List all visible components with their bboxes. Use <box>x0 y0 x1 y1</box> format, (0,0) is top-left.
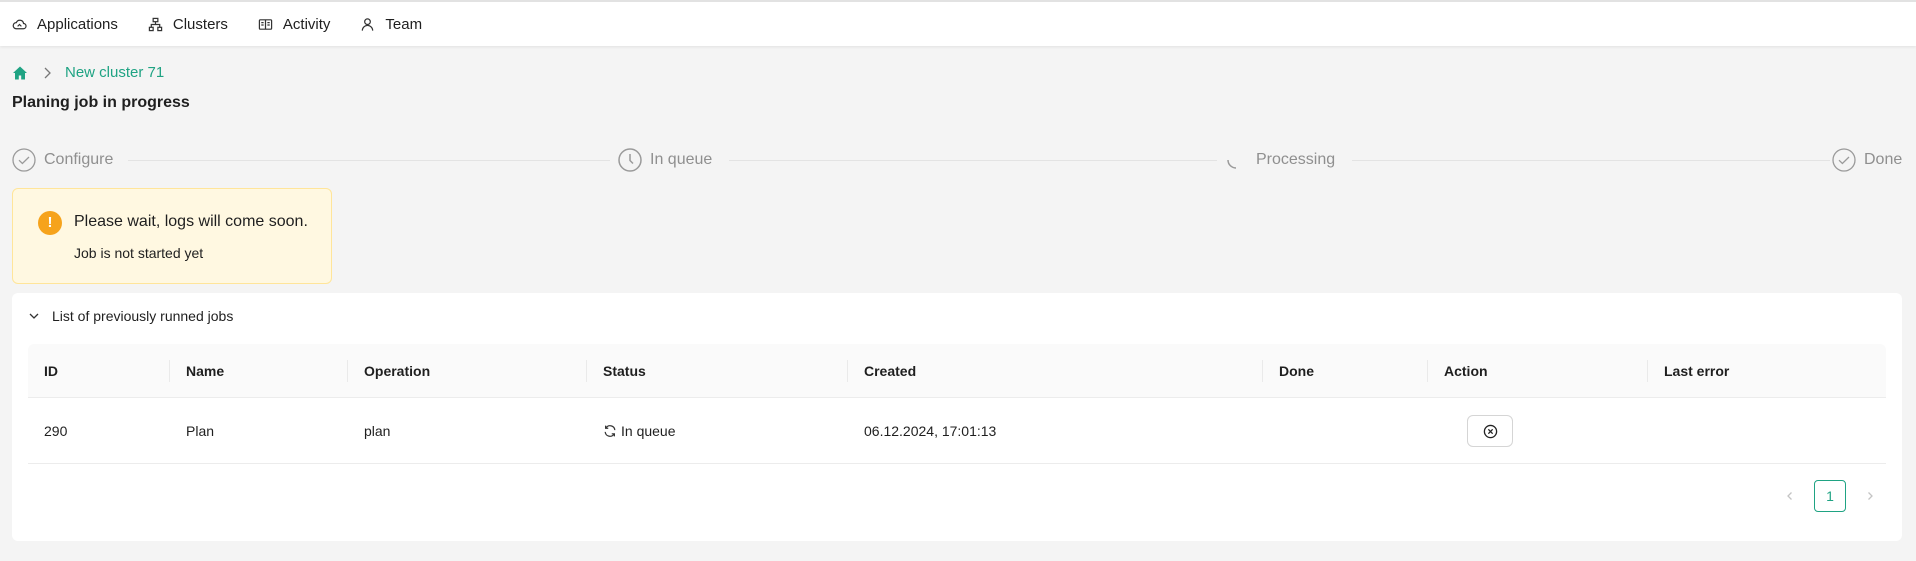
table-row: 290 Plan plan In queue 06.12.2024, 17:01… <box>28 398 1886 464</box>
next-page-button[interactable] <box>1854 480 1886 512</box>
column-header-id: ID <box>44 363 58 379</box>
step-connector <box>128 160 610 161</box>
top-navigation: Applications Clusters Activity Team <box>0 0 1916 46</box>
check-circle-icon <box>1832 148 1856 172</box>
cell-name: Plan <box>186 423 215 439</box>
step-done-label: Done <box>1864 151 1903 168</box>
column-header-operation: Operation <box>364 363 431 379</box>
chevron-left-icon <box>1787 492 1792 500</box>
nav-applications[interactable]: Applications <box>10 2 132 46</box>
exclamation-icon: ! <box>38 211 62 235</box>
cell-status: In queue <box>587 398 676 464</box>
nav-activity-label: Activity <box>282 15 331 33</box>
warning-alert: ! Please wait, logs will come soon. Job … <box>12 188 332 284</box>
cloud-icon <box>12 19 27 29</box>
user-icon <box>362 17 374 31</box>
breadcrumb: New cluster 71 <box>12 64 164 81</box>
prev-page-button[interactable] <box>1774 480 1806 512</box>
close-circle-icon <box>1483 424 1497 438</box>
column-header-status: Status <box>603 363 646 379</box>
home-icon[interactable] <box>12 65 28 81</box>
book-icon <box>258 18 273 30</box>
column-header-created: Created <box>864 363 917 379</box>
clock-icon <box>618 148 642 172</box>
nav-applications-label: Applications <box>37 15 118 33</box>
status-label: In queue <box>621 423 676 439</box>
step-done: Done <box>1832 148 1902 172</box>
nav-activity[interactable]: Activity <box>256 2 345 46</box>
cell-done <box>1263 398 1279 464</box>
jobs-panel: List of previously runned jobs ID Name O… <box>12 293 1902 541</box>
step-in-queue-label: In queue <box>650 151 713 168</box>
cancel-job-button[interactable] <box>1467 415 1513 447</box>
page-number-button[interactable]: 1 <box>1814 480 1846 512</box>
step-processing-label: Processing <box>1256 151 1336 168</box>
column-header-done: Done <box>1279 363 1314 379</box>
cell-id: 290 <box>44 423 68 439</box>
jobs-title: List of previously runned jobs <box>52 308 234 324</box>
cell-last-error <box>1648 398 1664 464</box>
chevron-right-icon <box>42 67 52 79</box>
step-in-queue: In queue <box>618 148 712 172</box>
chevron-right-icon <box>1868 492 1873 500</box>
step-connector <box>729 160 1217 161</box>
column-header-last-error: Last error <box>1664 363 1730 379</box>
step-processing: Processing <box>1224 148 1335 172</box>
sync-icon <box>604 425 616 437</box>
progress-steps: Configure In queue Processing Done <box>12 148 1902 172</box>
step-connector <box>1352 160 1830 161</box>
nav-team[interactable]: Team <box>358 2 436 46</box>
column-header-action: Action <box>1444 363 1488 379</box>
alert-description: Job is not started yet <box>74 245 204 261</box>
chevron-down-icon <box>29 313 39 319</box>
cell-operation: plan <box>364 423 391 439</box>
breadcrumb-cluster-link[interactable]: New cluster 71 <box>65 64 164 81</box>
pagination: 1 <box>1774 480 1886 512</box>
step-configure: Configure <box>12 148 113 172</box>
jobs-collapse-header[interactable]: List of previously runned jobs <box>28 308 233 324</box>
nav-clusters-label: Clusters <box>172 15 228 33</box>
page-title: Planing job in progress <box>12 94 190 111</box>
cell-action <box>1451 398 1513 464</box>
cell-created: 06.12.2024, 17:01:13 <box>864 423 997 439</box>
jobs-table: ID Name Operation Status Created Done Ac… <box>28 344 1886 464</box>
step-configure-label: Configure <box>44 151 114 168</box>
loading-icon <box>1227 159 1237 169</box>
column-header-name: Name <box>186 363 225 379</box>
nav-team-label: Team <box>385 15 423 33</box>
alert-message: Please wait, logs will come soon. <box>74 213 308 230</box>
sitemap-icon <box>148 17 163 31</box>
table-header: ID Name Operation Status Created Done Ac… <box>28 344 1886 398</box>
nav-clusters[interactable]: Clusters <box>146 2 242 46</box>
check-circle-icon <box>12 148 36 172</box>
